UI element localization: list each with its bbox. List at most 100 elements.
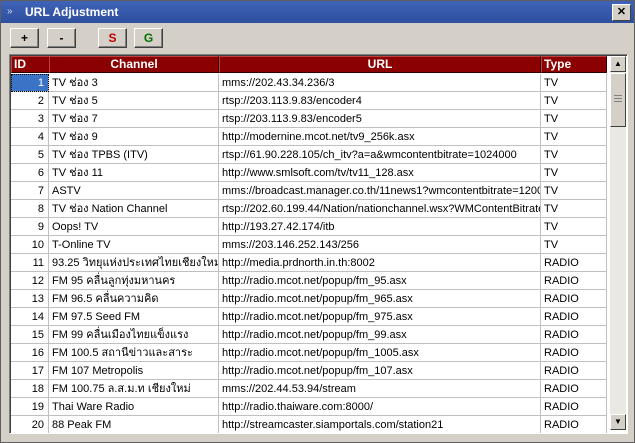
table-row[interactable]: 19 Thai Ware Radio http://radio.thaiware.c… [11,398,611,416]
cell-url[interactable]: mms://203.146.252.143/256 [219,236,541,254]
cell-type[interactable]: TV [541,200,607,218]
cell-channel[interactable]: FM 96.5 คลื่นความคิด [49,290,219,308]
cell-url[interactable]: rtsp://61.90.228.105/ch_itv?a=a&wmconten… [219,146,541,164]
cell-id[interactable]: 18 [11,380,49,398]
vertical-scrollbar[interactable]: ▲ ▼ [610,56,626,430]
cell-type[interactable]: RADIO [541,380,607,398]
table-row[interactable]: 7 ASTV mms://broadcast.manager.co.th/11new… [11,182,611,200]
cell-id[interactable]: 17 [11,362,49,380]
cell-id[interactable]: 10 [11,236,49,254]
cell-id[interactable]: 20 [11,416,49,433]
cell-type[interactable]: RADIO [541,362,607,380]
cell-id[interactable]: 5 [11,146,49,164]
cell-id[interactable]: 7 [11,182,49,200]
cell-id[interactable]: 15 [11,326,49,344]
cell-channel[interactable]: 88 Peak FM [49,416,219,433]
cell-type[interactable]: RADIO [541,398,607,416]
cell-type[interactable]: RADIO [541,272,607,290]
cell-type[interactable]: TV [541,146,607,164]
table-row[interactable]: 20 88 Peak FM http://streamcaster.siamport… [11,416,611,433]
cell-type[interactable]: TV [541,110,607,128]
scroll-up-icon[interactable]: ▲ [610,56,626,72]
cell-id[interactable]: 19 [11,398,49,416]
cell-url[interactable]: http://modernine.mcot.net/tv9_256k.asx [219,128,541,146]
url-grid[interactable]: ID Channel URL Type 1 TV ช่อง 3 mms://202.… [9,54,628,434]
cell-type[interactable]: TV [541,128,607,146]
title-bar[interactable]: » URL Adjustment ✕ [1,1,634,23]
cell-channel[interactable]: TV ช่อง 7 [49,110,219,128]
table-row[interactable]: 16 FM 100.5 สถานีข่าวและสาระ http://radio.… [11,344,611,362]
cell-type[interactable]: RADIO [541,254,607,272]
close-button[interactable]: ✕ [612,4,631,21]
cell-channel[interactable]: TV ช่อง 9 [49,128,219,146]
cell-type[interactable]: TV [541,74,607,92]
cell-channel[interactable]: ASTV [49,182,219,200]
cell-id[interactable]: 8 [11,200,49,218]
cell-url[interactable]: http://media.prdnorth.in.th:8002 [219,254,541,272]
cell-id[interactable]: 6 [11,164,49,182]
cell-id[interactable]: 13 [11,290,49,308]
cell-url[interactable]: http://streamcaster.siamportals.com/stat… [219,416,541,433]
cell-channel[interactable]: TV ช่อง Nation Channel [49,200,219,218]
app-icon[interactable]: » [7,7,17,17]
cell-channel[interactable]: TV ช่อง TPBS (ITV) [49,146,219,164]
table-row[interactable]: 12 FM 95 คลื่นลูกทุ่งมหานคร http://radio.m… [11,272,611,290]
table-row[interactable]: 6 TV ช่อง 11 http://www.smlsoft.com/tv/tv1… [11,164,611,182]
cell-url[interactable]: http://radio.mcot.net/popup/fm_1005.asx [219,344,541,362]
table-row[interactable]: 11 93.25 วิทยุแห่งประเทศไทยเชียงใหม่ http:… [11,254,611,272]
column-header-type[interactable]: Type [541,56,607,73]
cell-url[interactable]: rtsp://203.113.9.83/encoder4 [219,92,541,110]
column-header-id[interactable]: ID [11,56,51,73]
cell-url[interactable]: http://radio.thaiware.com:8000/ [219,398,541,416]
table-row[interactable]: 3 TV ช่อง 7 rtsp://203.113.9.83/encoder5 TV [11,110,611,128]
cell-channel[interactable]: T-Online TV [49,236,219,254]
table-row[interactable]: 1 TV ช่อง 3 mms://202.43.34.236/3 TV [11,74,611,92]
cell-channel[interactable]: FM 97.5 Seed FM [49,308,219,326]
cell-url[interactable]: http://radio.mcot.net/popup/fm_965.asx [219,290,541,308]
table-row[interactable]: 5 TV ช่อง TPBS (ITV) rtsp://61.90.228.105/… [11,146,611,164]
cell-type[interactable]: RADIO [541,344,607,362]
cell-id[interactable]: 16 [11,344,49,362]
cell-channel[interactable]: 93.25 วิทยุแห่งประเทศไทยเชียงใหม่ [49,254,219,272]
table-row[interactable]: 10 T-Online TV mms://203.146.252.143/256 TV [11,236,611,254]
cell-channel[interactable]: Oops! TV [49,218,219,236]
cell-type[interactable]: RADIO [541,416,607,433]
table-row[interactable]: 4 TV ช่อง 9 http://modernine.mcot.net/tv9_… [11,128,611,146]
cell-id[interactable]: 1 [11,74,49,92]
g-button[interactable]: G [134,28,163,48]
table-row[interactable]: 13 FM 96.5 คลื่นความคิด http://radio.mcot.… [11,290,611,308]
cell-channel[interactable]: FM 99 คลื่นเมืองไทยแข็งแรง [49,326,219,344]
cell-id[interactable]: 3 [11,110,49,128]
cell-url[interactable]: mms://202.44.53.94/stream [219,380,541,398]
table-row[interactable]: 9 Oops! TV http://193.27.42.174/itb TV [11,218,611,236]
table-row[interactable]: 14 FM 97.5 Seed FM http://radio.mcot.net/p… [11,308,611,326]
cell-type[interactable]: RADIO [541,308,607,326]
scroll-thumb[interactable] [610,73,626,127]
cell-type[interactable]: TV [541,182,607,200]
cell-channel[interactable]: FM 95 คลื่นลูกทุ่งมหานคร [49,272,219,290]
cell-url[interactable]: http://www.smlsoft.com/tv/tv11_128.asx [219,164,541,182]
cell-type[interactable]: TV [541,92,607,110]
cell-url[interactable]: http://radio.mcot.net/popup/fm_95.asx [219,272,541,290]
table-row[interactable]: 17 FM 107 Metropolis http://radio.mcot.net… [11,362,611,380]
cell-type[interactable]: RADIO [541,326,607,344]
cell-channel[interactable]: TV ช่อง 11 [49,164,219,182]
cell-channel[interactable]: FM 100.5 สถานีข่าวและสาระ [49,344,219,362]
cell-id[interactable]: 9 [11,218,49,236]
cell-id[interactable]: 4 [11,128,49,146]
cell-channel[interactable]: FM 107 Metropolis [49,362,219,380]
cell-id[interactable]: 12 [11,272,49,290]
scroll-down-icon[interactable]: ▼ [610,414,626,430]
cell-url[interactable]: rtsp://202.60.199.44/Nation/nationchanne… [219,200,541,218]
cell-type[interactable]: TV [541,218,607,236]
cell-channel[interactable]: TV ช่อง 3 [49,74,219,92]
table-row[interactable]: 8 TV ช่อง Nation Channel rtsp://202.60.199… [11,200,611,218]
cell-url[interactable]: http://radio.mcot.net/popup/fm_975.asx [219,308,541,326]
cell-id[interactable]: 2 [11,92,49,110]
cell-type[interactable]: TV [541,164,607,182]
remove-button[interactable]: - [47,28,76,48]
cell-id[interactable]: 11 [11,254,49,272]
table-row[interactable]: 15 FM 99 คลื่นเมืองไทยแข็งแรง http://radio… [11,326,611,344]
s-button[interactable]: S [98,28,127,48]
cell-id[interactable]: 14 [11,308,49,326]
